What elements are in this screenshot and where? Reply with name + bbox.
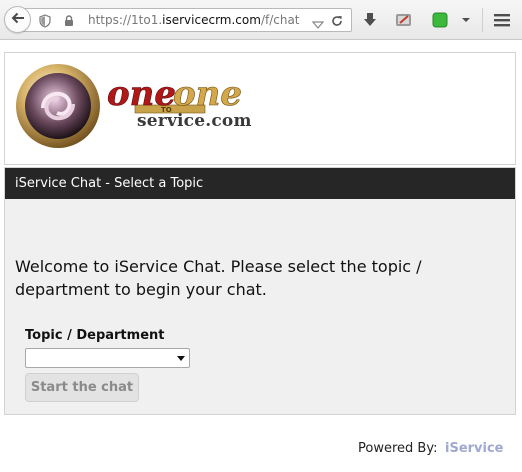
reload-icon[interactable] — [330, 13, 344, 32]
chat-header: iService Chat - Select a Topic — [5, 168, 515, 199]
topic-select[interactable] — [25, 348, 190, 368]
back-arrow-icon — [10, 10, 26, 29]
logo-word-one-2: one — [173, 74, 242, 114]
hamburger-menu-icon — [494, 14, 510, 27]
downloads-button[interactable] — [360, 10, 380, 30]
dropdown-arrow-icon[interactable] — [311, 15, 325, 34]
chevron-down-icon — [462, 18, 470, 22]
company-logo-wordmark: one TO one — [107, 74, 243, 115]
chat-panel: iService Chat - Select a Topic Welcome t… — [4, 167, 516, 415]
extension-menu-button[interactable] — [456, 10, 476, 30]
lock-icon[interactable] — [62, 13, 76, 32]
url-domain: iservicecrm.com — [162, 13, 261, 27]
url-path: /f/chat — [260, 13, 300, 27]
url-prefix: https://1to1. — [88, 13, 163, 27]
download-icon — [364, 13, 376, 26]
logo-domain-text: service.com — [137, 111, 252, 131]
logo-header: one TO one service.com — [4, 52, 516, 165]
browser-toolbar: https://1to1.iservicecrm.com/f/chat — [0, 0, 522, 40]
toolbar-separator — [482, 8, 483, 32]
address-bar[interactable]: https://1to1.iservicecrm.com/f/chat — [18, 8, 352, 32]
green-square-icon — [432, 12, 448, 28]
screenshot-icon — [396, 14, 411, 26]
screenshot-button[interactable] — [394, 10, 414, 30]
menu-button[interactable] — [492, 10, 512, 30]
powered-by-label: Powered By: — [358, 441, 438, 456]
url-text[interactable]: https://1to1.iservicecrm.com/f/chat — [88, 13, 300, 27]
extension-button[interactable] — [430, 10, 450, 30]
welcome-message: Welcome to iService Chat. Please select … — [15, 257, 422, 299]
start-chat-button[interactable]: Start the chat — [25, 373, 139, 402]
company-logo-emblem-icon — [16, 64, 100, 148]
site-identity-icon[interactable] — [38, 13, 52, 32]
back-button[interactable] — [4, 6, 31, 33]
topic-label: Topic / Department — [25, 328, 165, 343]
iservice-brand-logo[interactable]: iService — [445, 441, 504, 456]
select-arrow-icon — [177, 356, 185, 361]
